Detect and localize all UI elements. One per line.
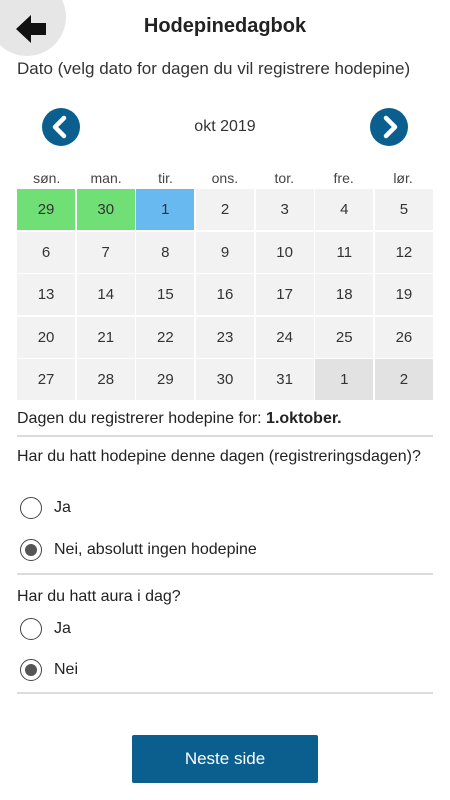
- calendar-day[interactable]: 23: [195, 316, 255, 358]
- calendar-day[interactable]: 19: [374, 274, 433, 315]
- calendar-grid: 29 30 1 2 3 4 5 6 7 8 9 10 11 12 13 14 15 16 17 18 19 20 21 22 2…: [17, 189, 433, 400]
- calendar-day[interactable]: 16: [195, 274, 255, 315]
- option-aura-no[interactable]: Nei: [20, 657, 78, 683]
- calendar-day[interactable]: 31: [255, 359, 314, 400]
- question-headache: Har du hatt hodepine denne dagen (regist…: [17, 448, 421, 465]
- calendar-day[interactable]: 24: [255, 316, 314, 358]
- weekday-label: tir.: [158, 170, 173, 186]
- calendar-day[interactable]: 20: [17, 316, 76, 358]
- date-instruction: Dato (velg dato for dagen du vil registr…: [17, 59, 411, 78]
- calendar-day[interactable]: 10: [255, 231, 314, 273]
- option-label: Nei, absolutt ingen hodepine: [54, 541, 257, 558]
- calendar-day[interactable]: 2: [195, 189, 255, 230]
- calendar-day[interactable]: 30: [76, 189, 135, 230]
- calendar-day[interactable]: 6: [17, 231, 76, 273]
- weekday-label: man.: [90, 170, 122, 186]
- page-title: Hodepinedagbok: [143, 15, 307, 37]
- calendar-day[interactable]: 22: [136, 316, 195, 358]
- divider: [17, 692, 433, 694]
- next-page-button[interactable]: Neste side: [132, 735, 318, 783]
- calendar-day[interactable]: 30: [195, 359, 255, 400]
- calendar-day[interactable]: 14: [76, 274, 135, 315]
- radio-button[interactable]: [20, 618, 42, 640]
- divider: [17, 435, 433, 437]
- calendar-day[interactable]: 17: [255, 274, 314, 315]
- calendar-day[interactable]: 3: [255, 189, 314, 230]
- calendar-day[interactable]: 1: [315, 359, 374, 400]
- calendar-day[interactable]: 2: [374, 359, 433, 400]
- calendar-day[interactable]: 12: [374, 231, 433, 273]
- calendar-day[interactable]: 26: [374, 316, 433, 358]
- calendar-day[interactable]: 25: [315, 316, 374, 358]
- calendar-day[interactable]: 9: [195, 231, 255, 273]
- selected-date-prefix: Dagen du registrerer hodepine for:: [17, 410, 267, 427]
- weekday-label: lør.: [393, 170, 413, 186]
- weekday-header-row: søn. man. tir. ons. tor. fre. lør.: [17, 170, 433, 186]
- calendar-day[interactable]: 8: [136, 231, 195, 273]
- weekday-label: fre.: [333, 170, 354, 186]
- radio-button[interactable]: [20, 539, 42, 561]
- option-label: Ja: [54, 499, 71, 516]
- calendar-day[interactable]: 5: [374, 189, 433, 230]
- radio-button[interactable]: [20, 497, 42, 519]
- selected-date-value: 1.oktober.: [266, 410, 342, 427]
- option-headache-yes[interactable]: Ja: [20, 495, 71, 521]
- calendar-day[interactable]: 29: [17, 189, 76, 230]
- calendar-day[interactable]: 13: [17, 274, 76, 315]
- weekday-label: ons.: [211, 170, 239, 186]
- calendar-day[interactable]: 28: [76, 359, 135, 400]
- calendar-day[interactable]: 15: [136, 274, 195, 315]
- calendar-day[interactable]: 7: [76, 231, 135, 273]
- chevron-right-icon[interactable]: [370, 108, 408, 146]
- calendar-day[interactable]: 29: [136, 359, 195, 400]
- calendar-day[interactable]: 4: [315, 189, 374, 230]
- calendar-day[interactable]: 11: [315, 231, 374, 273]
- weekday-label: tor.: [274, 170, 294, 186]
- option-label: Nei: [54, 661, 79, 678]
- calendar-day[interactable]: 18: [315, 274, 374, 315]
- radio-button[interactable]: [20, 659, 42, 681]
- calendar-day[interactable]: 1: [136, 189, 195, 230]
- weekday-label: søn.: [33, 170, 61, 186]
- option-label: Ja: [54, 620, 71, 637]
- calendar-day[interactable]: 21: [76, 316, 135, 358]
- option-headache-no[interactable]: Nei, absolutt ingen hodepine: [20, 537, 257, 563]
- divider: [17, 573, 433, 575]
- selected-date-text: Dagen du registrerer hodepine for: 1.okt…: [17, 410, 433, 428]
- option-aura-yes[interactable]: Ja: [20, 616, 71, 642]
- calendar-day[interactable]: 27: [17, 359, 76, 400]
- question-aura: Har du hatt aura i dag?: [17, 588, 181, 605]
